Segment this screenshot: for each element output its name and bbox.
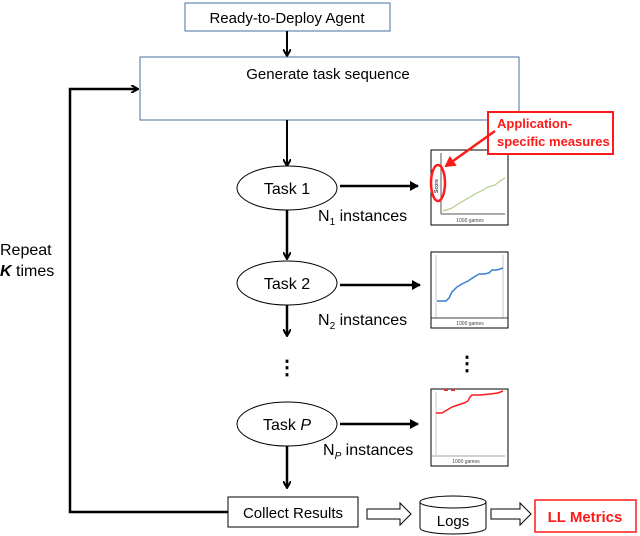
task-p-plot-marker	[451, 389, 455, 391]
task-1-plot-xlabel: 1000 games	[456, 218, 484, 224]
repeat-k-label: K times	[0, 263, 54, 280]
task-2-plot-xlabel: 1000 games	[456, 321, 484, 327]
agent-box: Ready-to-Deploy Agent	[184, 2, 391, 32]
task-p-plot-marker	[444, 389, 448, 391]
task-1-plot: Score 1000 games	[430, 149, 509, 226]
task-1: Task 1	[236, 165, 338, 211]
task-2: Task 2	[236, 260, 338, 306]
task-1-instances: N1 instances	[318, 208, 407, 228]
task-2-plot: 1000 games	[430, 251, 509, 329]
agent-label: Ready-to-Deploy Agent	[209, 10, 365, 27]
task-p-label: Task P	[263, 417, 311, 434]
ll-metrics-box: LL Metrics	[534, 499, 637, 533]
callout-line2: specific measures	[497, 134, 610, 149]
collect-results-label: Collect Results	[243, 505, 343, 522]
task-p: Task P	[236, 401, 338, 447]
callout-line1: Application-	[497, 116, 572, 131]
hollow-arrow-to-logs	[366, 501, 412, 527]
task-p-plot-xlabel: 1000 games	[452, 459, 480, 465]
task-2-instances: N2 instances	[318, 312, 407, 332]
task-1-plot-ylabel: Score	[434, 179, 440, 193]
generate-box: Generate task sequence	[139, 56, 520, 121]
plot-ellipsis: ⋮	[457, 353, 477, 375]
ll-metrics-label: LL Metrics	[548, 509, 623, 526]
logs-label: Logs	[437, 513, 470, 530]
logs-cylinder: Logs	[419, 495, 487, 535]
collect-results-box: Collect Results	[227, 496, 359, 528]
task-p-plot: 1000 games	[430, 388, 509, 467]
hollow-arrow-to-metrics	[490, 501, 532, 527]
repeat-label: Repeat	[0, 242, 52, 259]
task-ellipsis: ⋮	[277, 357, 297, 379]
task-p-instances: NP instances	[323, 442, 413, 462]
task-1-label: Task 1	[264, 181, 310, 198]
generate-label: Generate task sequence	[246, 66, 409, 83]
task-2-label: Task 2	[264, 276, 310, 293]
workflow-diagram: Ready-to-Deploy Agent Generate task sequ…	[0, 2, 637, 535]
repeat-loop-arrow	[68, 89, 228, 514]
